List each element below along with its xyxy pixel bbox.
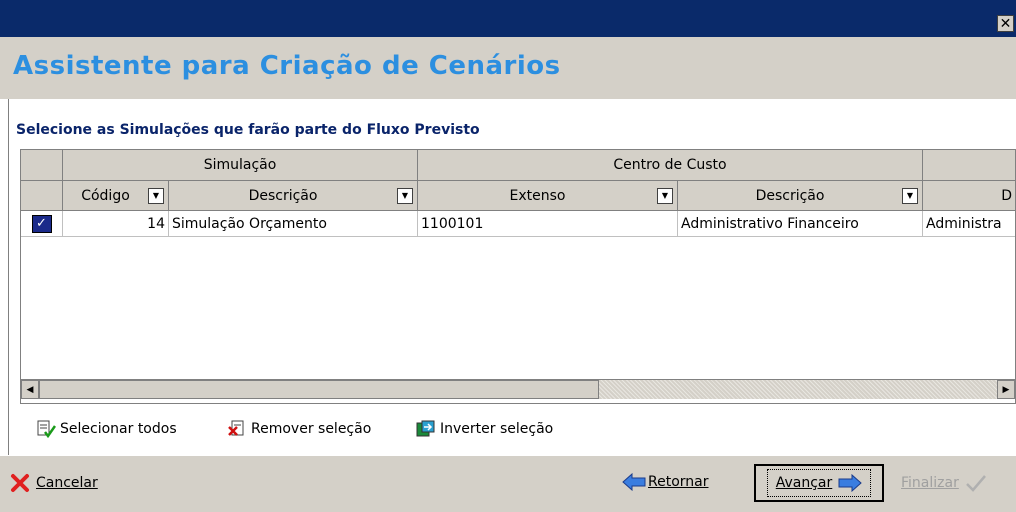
section-title: Selecione as Simulações que farão parte … [16, 122, 480, 138]
scroll-left-button[interactable]: ◀ [21, 380, 39, 399]
back-button[interactable]: Retornar [622, 473, 708, 491]
column-header-descricao-label: Descrição [248, 187, 318, 204]
column-header-extenso-label: Extenso [509, 187, 566, 204]
column-header-extenso[interactable]: Extenso ▼ [418, 181, 678, 211]
close-icon: ✕ [999, 15, 1012, 32]
invert-selection-label: Inverter seleção [440, 421, 554, 437]
select-all-icon [37, 420, 56, 438]
remove-selection-icon [228, 420, 244, 436]
cancel-label: Cancelar [36, 475, 98, 491]
invert-selection-icon [416, 420, 435, 437]
cell-extra[interactable]: Administra [923, 211, 1015, 237]
group-header-extra [923, 150, 1015, 181]
table-row-checkbox-cell[interactable]: ✓ [21, 211, 63, 237]
codigo-filter-dropdown-icon[interactable]: ▼ [148, 187, 164, 204]
cell-cc-descricao[interactable]: Administrativo Financeiro [678, 211, 923, 237]
window-title-bar: ✕ [0, 0, 1016, 37]
finish-label: Finalizar [901, 475, 959, 491]
extenso-filter-dropdown-icon[interactable]: ▼ [657, 187, 673, 204]
descricao-filter-dropdown-icon[interactable]: ▼ [397, 187, 413, 204]
close-button[interactable]: ✕ [997, 15, 1014, 32]
grid-row-selector-header [21, 181, 63, 211]
cancel-button[interactable]: Cancelar [10, 473, 98, 493]
remove-selection-button[interactable]: Remover seleção [227, 420, 371, 438]
select-all-label: Selecionar todos [60, 421, 177, 437]
horizontal-scrollbar[interactable]: ◀ ▶ [21, 379, 1015, 399]
group-header-simulacao-label: Simulação [203, 157, 277, 173]
next-label: Avançar [775, 475, 833, 491]
cell-codigo[interactable]: 14 [63, 211, 169, 237]
column-header-cc-descricao[interactable]: Descrição ▼ [678, 181, 923, 211]
invert-selection-button[interactable]: Inverter seleção [416, 420, 553, 438]
column-header-extra-label: D [1001, 187, 1012, 204]
column-header-codigo[interactable]: Código ▼ [63, 181, 169, 211]
finish-button[interactable]: Finalizar [901, 473, 987, 493]
simulations-grid: Simulação Centro de Custo Código ▼ Descr… [20, 149, 1016, 404]
group-header-simulacao: Simulação [63, 150, 418, 181]
cc-descricao-filter-dropdown-icon[interactable]: ▼ [902, 187, 918, 204]
grid-corner-header [21, 150, 63, 181]
group-header-centro-custo-label: Centro de Custo [613, 157, 727, 173]
cancel-x-icon [11, 474, 29, 492]
column-header-cc-descricao-label: Descrição [755, 187, 825, 204]
next-button[interactable]: Avançar [754, 464, 884, 502]
arrow-right-icon [838, 474, 863, 492]
column-header-codigo-label: Código [81, 187, 130, 204]
scroll-right-button[interactable]: ▶ [997, 380, 1015, 399]
page-title: Assistente para Criação de Cenários [13, 51, 561, 81]
cell-descricao[interactable]: Simulação Orçamento [169, 211, 418, 237]
group-header-centro-custo: Centro de Custo [418, 150, 923, 181]
select-all-button[interactable]: Selecionar todos [36, 420, 177, 438]
checkmark-icon [965, 475, 986, 492]
remove-selection-label: Remover seleção [251, 421, 372, 437]
checkbox-checked-icon[interactable]: ✓ [31, 214, 52, 233]
cell-extenso[interactable]: 1100101 [418, 211, 678, 237]
scrollbar-thumb[interactable] [39, 380, 599, 399]
column-header-descricao[interactable]: Descrição ▼ [169, 181, 418, 211]
arrow-left-icon [622, 473, 646, 491]
back-label: Retornar [648, 474, 709, 490]
column-header-extra[interactable]: D [923, 181, 1015, 211]
wizard-header: Assistente para Criação de Cenários [0, 37, 1016, 99]
